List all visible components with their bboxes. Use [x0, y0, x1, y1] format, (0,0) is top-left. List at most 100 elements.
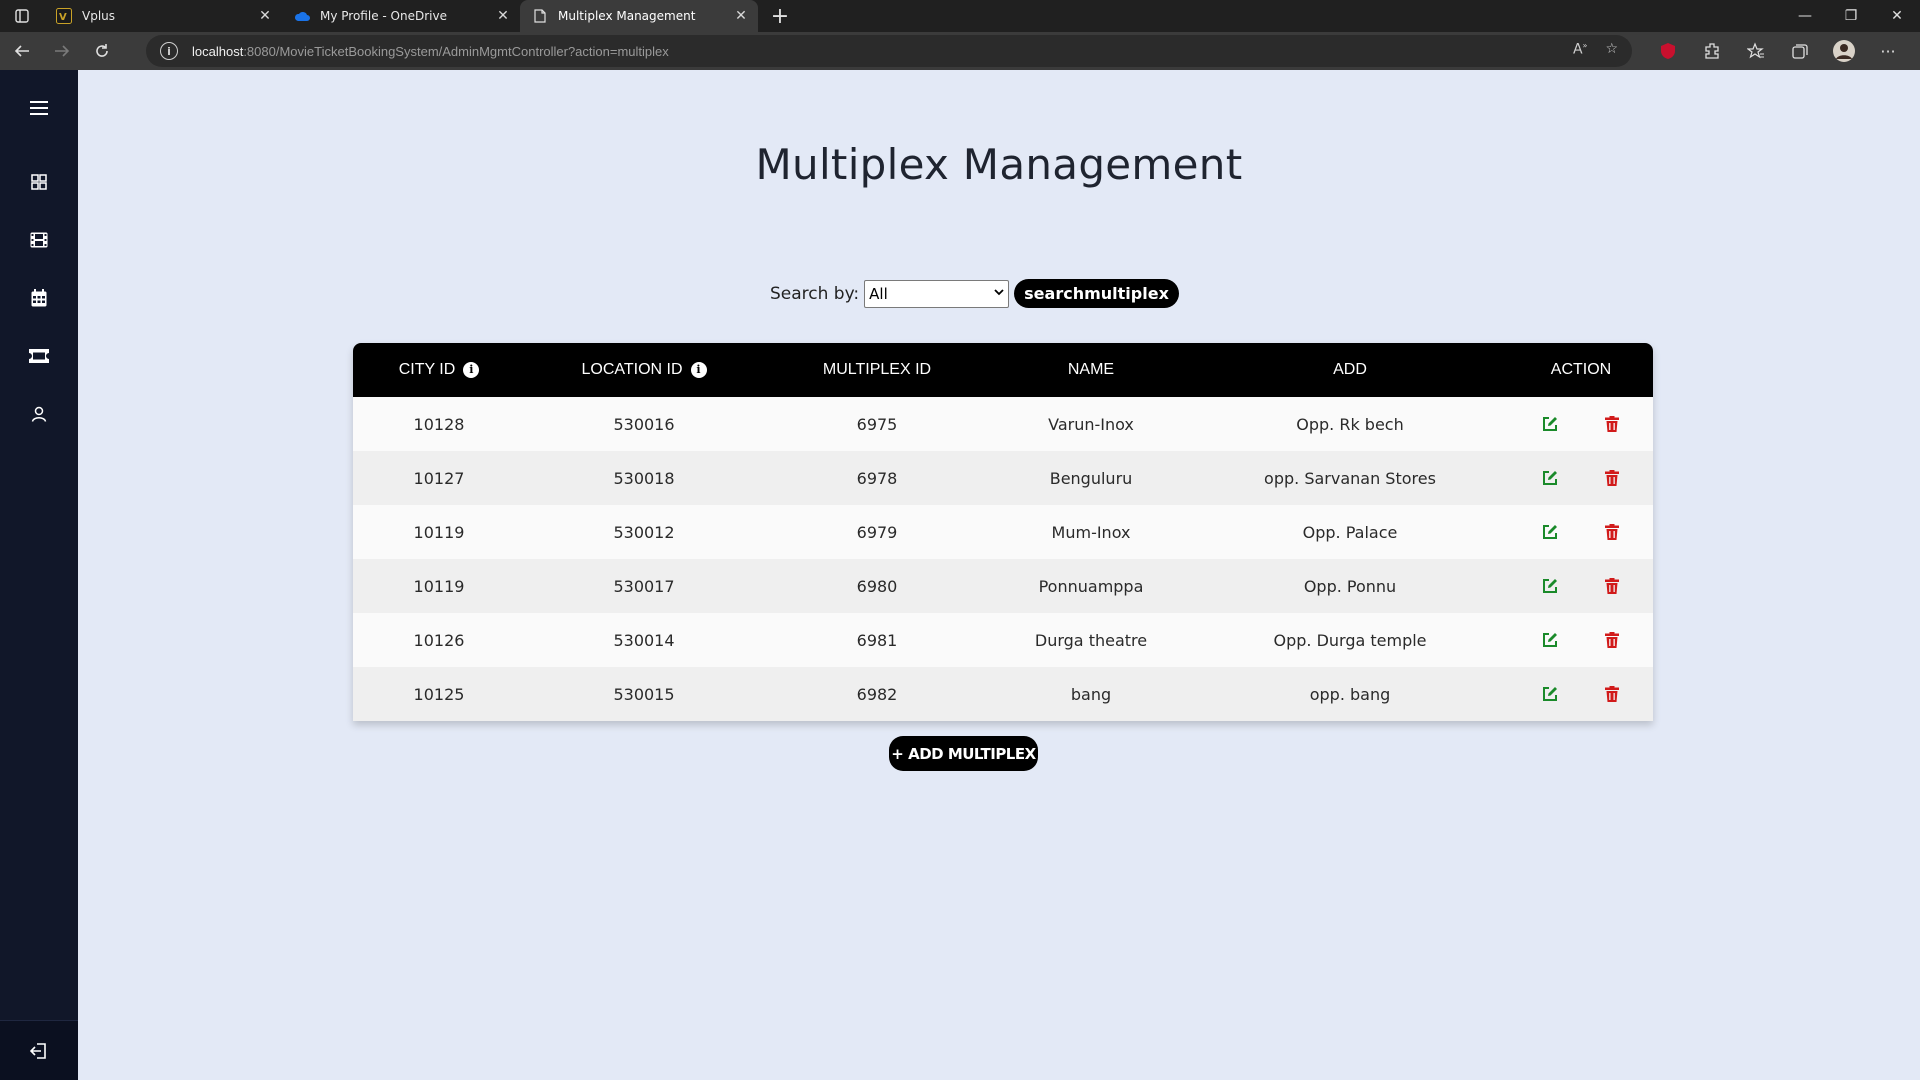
header-label: LOCATION ID: [581, 361, 683, 378]
browser-tab-bar: V Vplus ✕ My Profile - OneDrive ✕ Multip…: [0, 0, 1920, 32]
forward-icon[interactable]: [44, 35, 80, 67]
header-add: ADD: [1333, 361, 1367, 378]
edit-icon[interactable]: [1538, 682, 1562, 706]
edit-icon[interactable]: [1538, 628, 1562, 652]
url-host: localhost: [192, 43, 244, 59]
cell-action: [1509, 559, 1653, 613]
trash-icon[interactable]: [1600, 628, 1624, 652]
edit-icon[interactable]: [1538, 412, 1562, 436]
cell-action: [1509, 397, 1653, 451]
tab-title: My Profile - OneDrive: [320, 9, 447, 23]
cell-city-id: 10127: [413, 468, 465, 488]
cell-action: [1509, 505, 1653, 559]
tab-title: Vplus: [82, 9, 116, 23]
svg-text:V: V: [59, 12, 67, 23]
cell-location-id: 530016: [613, 414, 675, 434]
page-title: Multiplex Management: [755, 140, 1243, 189]
cell-city-id: 10119: [413, 522, 465, 542]
logout-icon[interactable]: [27, 1039, 51, 1063]
favorite-add-icon[interactable]: ☆: [1605, 41, 1618, 58]
cell-city-id: 10119: [413, 576, 465, 596]
extensions-icon[interactable]: [1700, 39, 1724, 63]
reload-icon[interactable]: [84, 35, 120, 67]
cell-name: Durga theatre: [1034, 630, 1148, 650]
chevron-down-icon: [994, 285, 1004, 299]
cell-multiplex-id: 6978: [856, 468, 898, 488]
cell-add: Opp. Palace: [1302, 522, 1398, 542]
table-row: 10127 530018 6978 Benguluru opp. Sarvana…: [353, 451, 1653, 505]
cell-add: Opp. Durga temple: [1273, 630, 1427, 650]
extension-shield-icon[interactable]: [1656, 39, 1680, 63]
menu-icon[interactable]: [27, 96, 51, 120]
close-icon[interactable]: ✕: [494, 7, 512, 25]
tab-actions-icon[interactable]: [0, 0, 44, 32]
search-select-value: All: [869, 284, 888, 303]
cell-multiplex-id: 6980: [856, 576, 898, 596]
header-name: NAME: [1067, 361, 1115, 378]
cell-location-id: 530014: [613, 630, 675, 650]
read-aloud-icon[interactable]: A»: [1573, 41, 1587, 58]
cell-multiplex-id: 6982: [856, 684, 898, 704]
url-path: :8080/MovieTicketBookingSystem/AdminMgmt…: [243, 43, 669, 59]
table-row: 10128 530016 6975 Varun-Inox Opp. Rk bec…: [353, 397, 1653, 451]
collections-icon[interactable]: [1788, 39, 1812, 63]
trash-icon[interactable]: [1600, 466, 1624, 490]
profile-avatar-icon[interactable]: [1832, 39, 1856, 63]
browser-address-bar: i localhost:8080/MovieTicketBookingSyste…: [0, 32, 1920, 70]
search-by-select[interactable]: All: [864, 279, 1010, 308]
edit-icon[interactable]: [1538, 520, 1562, 544]
ticket-icon[interactable]: [27, 344, 51, 368]
cell-name: Ponnuamppa: [1038, 576, 1144, 596]
page-icon: [532, 8, 548, 24]
add-multiplex-button[interactable]: + ADD MULTIPLEX: [889, 736, 1038, 771]
url-field[interactable]: i localhost:8080/MovieTicketBookingSyste…: [146, 35, 1632, 67]
trash-icon[interactable]: [1600, 412, 1624, 436]
trash-icon[interactable]: [1600, 682, 1624, 706]
minimize-icon[interactable]: —: [1782, 0, 1828, 32]
favorites-icon[interactable]: [1744, 39, 1768, 63]
site-info-icon[interactable]: i: [160, 42, 178, 60]
vplus-icon: V: [56, 8, 72, 24]
tab-title: Multiplex Management: [558, 9, 696, 23]
dashboard-icon[interactable]: [27, 170, 51, 194]
sidebar-footer: [0, 1020, 78, 1080]
info-icon[interactable]: i: [463, 361, 480, 378]
edit-icon[interactable]: [1538, 466, 1562, 490]
cell-name: bang: [1070, 684, 1112, 704]
edit-icon[interactable]: [1538, 574, 1562, 598]
tab-onedrive[interactable]: My Profile - OneDrive ✕: [282, 0, 520, 32]
film-icon[interactable]: [27, 228, 51, 252]
calendar-icon[interactable]: [27, 286, 51, 310]
new-tab-button[interactable]: +: [764, 0, 796, 32]
cell-action: [1509, 613, 1653, 667]
cell-multiplex-id: 6975: [856, 414, 898, 434]
user-icon[interactable]: [27, 402, 51, 426]
tab-multiplex-management[interactable]: Multiplex Management ✕: [520, 0, 758, 32]
header-location-id: LOCATION ID i: [525, 343, 763, 397]
header-multiplex-id: MULTIPLEX ID: [822, 361, 932, 378]
cell-multiplex-id: 6979: [856, 522, 898, 542]
cell-action: [1509, 667, 1653, 721]
cell-city-id: 10125: [413, 684, 465, 704]
header-city-id: CITY ID i: [353, 343, 525, 397]
trash-icon[interactable]: [1600, 520, 1624, 544]
search-multiplex-button[interactable]: searchmultiplex: [1014, 279, 1179, 308]
header-action: ACTION: [1550, 361, 1612, 378]
search-bar: Search by: All searchmultiplex: [770, 279, 1179, 308]
cell-city-id: 10126: [413, 630, 465, 650]
more-options-icon[interactable]: ···: [1876, 39, 1900, 63]
close-icon[interactable]: ✕: [256, 7, 274, 25]
info-icon[interactable]: i: [690, 361, 707, 378]
close-window-icon[interactable]: ✕: [1874, 0, 1920, 32]
back-icon[interactable]: [4, 35, 40, 67]
multiplex-table: CITY ID i LOCATION ID i MULTIPLEX ID NAME …: [353, 343, 1653, 721]
close-icon[interactable]: ✕: [732, 7, 750, 25]
table-row: 10119 530012 6979 Mum-Inox Opp. Palace: [353, 505, 1653, 559]
cell-location-id: 530012: [613, 522, 675, 542]
cell-action: [1509, 451, 1653, 505]
table-row: 10126 530014 6981 Durga theatre Opp. Dur…: [353, 613, 1653, 667]
tab-vplus[interactable]: V Vplus ✕: [44, 0, 282, 32]
restore-icon[interactable]: ❐: [1828, 0, 1874, 32]
search-label: Search by:: [770, 283, 860, 304]
trash-icon[interactable]: [1600, 574, 1624, 598]
